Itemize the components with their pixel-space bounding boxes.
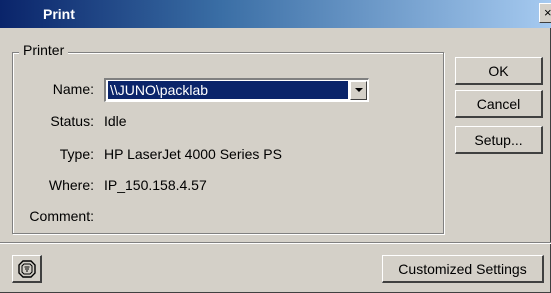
window-title: Print xyxy=(43,6,75,22)
close-button[interactable]: × xyxy=(539,3,551,23)
printer-name-combobox[interactable]: \\JUNO\packlab xyxy=(104,78,369,102)
print-dialog: Print × Printer Name: \\JUNO\packlab Sta… xyxy=(0,0,551,293)
type-label: Type: xyxy=(59,146,94,162)
title-bar[interactable]: Print × xyxy=(0,0,551,28)
status-label: Status: xyxy=(50,113,94,129)
footer-separator xyxy=(0,242,551,244)
where-label: Where: xyxy=(48,177,94,193)
type-value: HP LaserJet 4000 Series PS xyxy=(104,146,282,162)
help-button[interactable] xyxy=(12,255,42,283)
ok-button[interactable]: OK xyxy=(455,57,543,85)
setup-button[interactable]: Setup... xyxy=(455,126,543,154)
name-label: Name: xyxy=(52,81,94,97)
printer-name-value: \\JUNO\packlab xyxy=(107,80,349,100)
cancel-button[interactable]: Cancel xyxy=(455,90,543,118)
chevron-down-icon[interactable] xyxy=(350,81,367,100)
where-value: IP_150.158.4.57 xyxy=(104,177,207,193)
stop-sign-icon xyxy=(18,260,36,278)
comment-label: Comment: xyxy=(29,208,94,224)
customized-settings-button[interactable]: Customized Settings xyxy=(382,255,544,283)
status-value: Idle xyxy=(104,113,127,129)
close-icon: × xyxy=(544,5,551,20)
printer-group-label: Printer xyxy=(19,42,69,58)
